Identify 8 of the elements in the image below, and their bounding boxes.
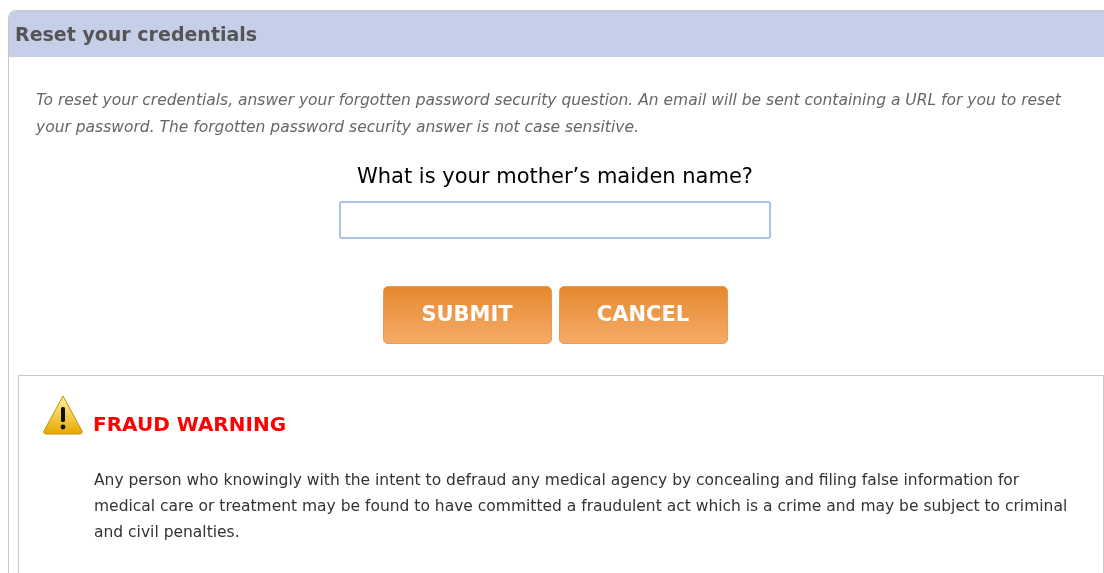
instructions-text: To reset your credentials, answer your forgotten password security question. An email will be sent containing a URL for you to reset your password. The forgotten password security answer is not case sensitive. [34,90,1063,138]
answer-field[interactable] [339,200,771,239]
security-question: What is your mother’s maiden name? [357,163,753,190]
panel-title: Reset your credentials [15,21,258,47]
warning-title: FRAUD WARNING [93,410,287,438]
submit-button[interactable]: SUBMIT [382,285,552,344]
cancel-button[interactable]: CANCEL [558,285,728,344]
warning-text: Any person who knowingly with the intent to defraud any medical agency by concealing and filing false information for medical care or treatment may be found to have committed a fraudulent act which is a crime and may be subject to criminal and civil penalties. [93,469,1069,543]
